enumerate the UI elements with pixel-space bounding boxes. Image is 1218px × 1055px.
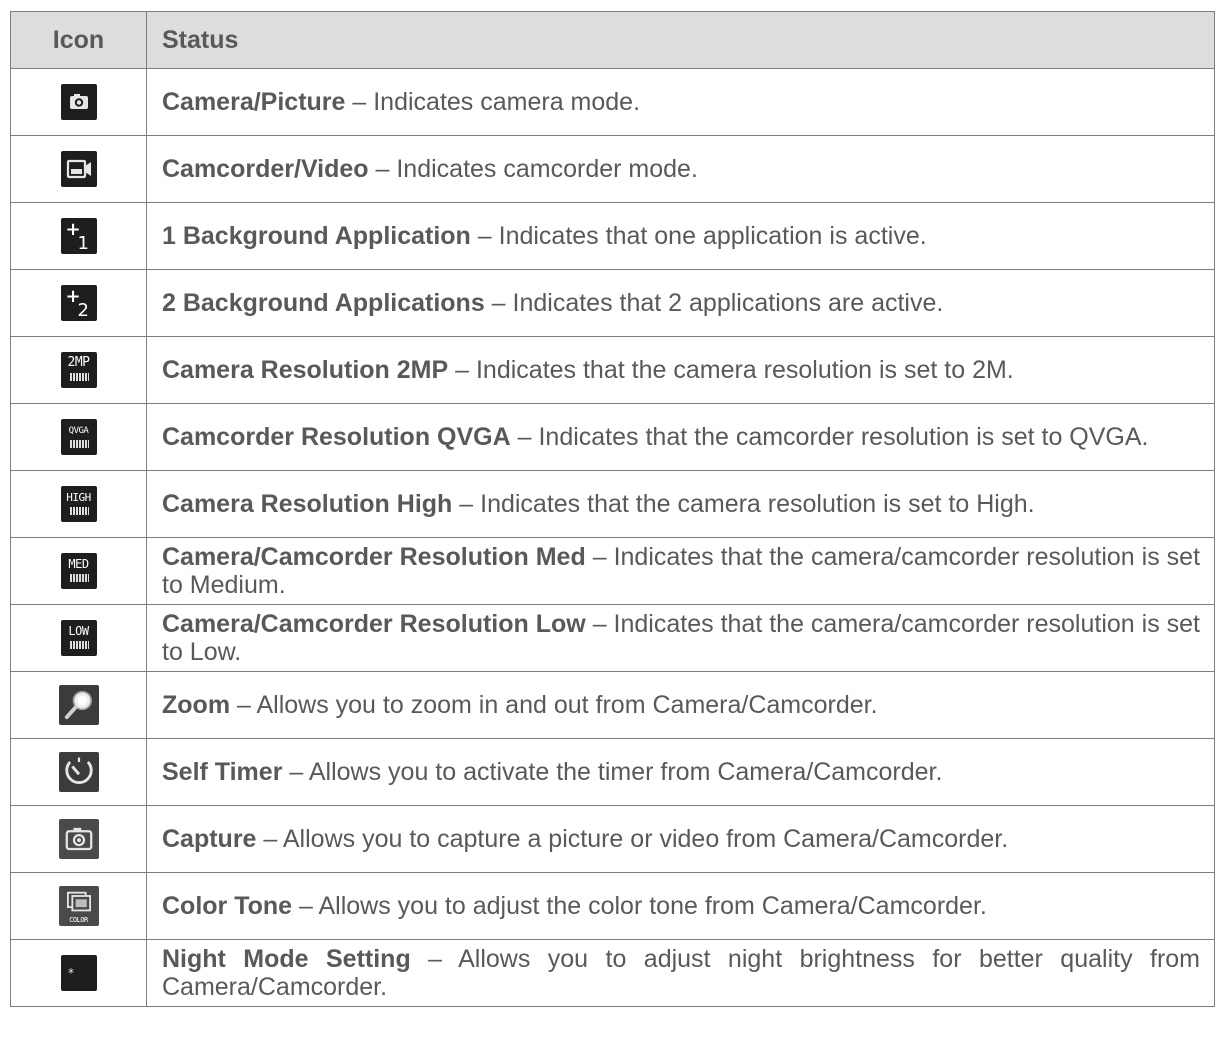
status-title: Self Timer	[162, 758, 283, 786]
icon-cell	[10, 738, 147, 806]
table-row: Zoom – Allows you to zoom in and out fro…	[10, 671, 1215, 739]
status-cell: Camera Resolution 2MP – Indicates that t…	[146, 336, 1215, 404]
status-title: Camera/Camcorder Resolution Med	[162, 543, 586, 571]
one-background-app-icon: + 1	[60, 218, 97, 254]
table-row: LOW Camera/Camcorder Resolution Low – In…	[10, 604, 1215, 672]
icon-label: 2	[77, 300, 89, 321]
status-title: Capture	[162, 825, 257, 853]
capture-icon	[58, 819, 99, 859]
icon-label: 2MP	[67, 355, 90, 370]
status-cell: Camera/Picture – Indicates camera mode.	[146, 68, 1215, 136]
status-cell: Self Timer – Allows you to activate the …	[146, 738, 1215, 806]
status-title: Zoom	[162, 691, 231, 719]
table-row: Capture – Allows you to capture a pictur…	[10, 805, 1215, 873]
status-title: Camera/Camcorder Resolution Low	[162, 610, 586, 638]
status-cell: 1 Background Application – Indicates tha…	[146, 202, 1215, 270]
status-title: Camera Resolution High	[162, 490, 453, 518]
icon-label: HIGH	[66, 491, 91, 504]
film-strip-graphic	[69, 507, 89, 515]
status-title: Camcorder Resolution QVGA	[162, 423, 511, 451]
icon-cell	[10, 135, 147, 203]
film-strip-graphic	[69, 440, 89, 448]
table-row: * Night Mode Setting – Allows you to adj…	[10, 939, 1215, 1007]
header-row: Icon Status	[10, 11, 1215, 69]
resolution-qvga-icon: QVGA	[60, 419, 97, 455]
self-timer-icon	[58, 752, 99, 792]
status-description: – Allows you to capture a picture or vid…	[256, 825, 1009, 853]
icon-cell: *	[10, 939, 147, 1007]
status-cell: Camcorder/Video – Indicates camcorder mo…	[146, 135, 1215, 203]
status-description: – Indicates that one application is acti…	[470, 222, 927, 250]
zoom-icon	[58, 685, 99, 725]
status-description: – Allows you to activate the timer from …	[282, 758, 943, 786]
table-row: HIGH Camera Resolution High – Indicates …	[10, 470, 1215, 538]
icon-label: MED	[68, 557, 89, 571]
icon-cell: 2MP	[10, 336, 147, 404]
table-row: Self Timer – Allows you to activate the …	[10, 738, 1215, 806]
table-row: 2MP Camera Resolution 2MP – Indicates th…	[10, 336, 1215, 404]
table-row: Camera/Picture – Indicates camera mode.	[10, 68, 1215, 136]
status-description: – Indicates camcorder mode.	[368, 155, 698, 183]
table-row: COLOR Color Tone – Allows you to adjust …	[10, 872, 1215, 940]
status-cell: Camcorder Resolution QVGA – Indicates th…	[146, 403, 1215, 471]
icon-label: QVGA	[68, 426, 89, 436]
film-strip-graphic	[69, 574, 89, 582]
status-cell: Capture – Allows you to capture a pictur…	[146, 805, 1215, 873]
status-title: Camera Resolution 2MP	[162, 356, 449, 384]
status-icons-table: Icon Status Camera/Picture – Indicates c…	[10, 11, 1215, 1007]
status-cell: Night Mode Setting – Allows you to adjus…	[146, 939, 1215, 1007]
resolution-med-icon: MED	[60, 553, 97, 589]
icon-cell	[10, 68, 147, 136]
status-title: Camera/Picture	[162, 88, 346, 116]
icon-label: COLOR	[69, 916, 88, 924]
film-strip-graphic	[69, 641, 89, 649]
color-tone-icon: COLOR	[58, 886, 99, 926]
camcorder-icon	[60, 151, 97, 187]
status-description: – Indicates that 2 applications are acti…	[484, 289, 944, 317]
status-title: 1 Background Application	[162, 222, 471, 250]
table-row: + 1 1 Background Application – Indicates…	[10, 202, 1215, 270]
status-title: 2 Background Applications	[162, 289, 485, 317]
status-cell: Camera/Camcorder Resolution Low – Indica…	[146, 604, 1215, 672]
icon-cell: LOW	[10, 604, 147, 672]
icon-label: 1	[77, 233, 89, 254]
status-column-header: Status	[146, 11, 1215, 69]
status-title: Camcorder/Video	[162, 155, 369, 183]
status-description: – Indicates that the camera resolution i…	[452, 490, 1035, 518]
icon-cell: QVGA	[10, 403, 147, 471]
resolution-low-icon: LOW	[60, 620, 97, 656]
icon-label: LOW	[68, 624, 89, 638]
status-cell: 2 Background Applications – Indicates th…	[146, 269, 1215, 337]
status-description: – Indicates camera mode.	[345, 88, 641, 116]
camera-icon	[60, 84, 97, 120]
status-cell: Camera/Camcorder Resolution Med – Indica…	[146, 537, 1215, 605]
icon-column-header: Icon	[10, 11, 147, 69]
icon-cell: COLOR	[10, 872, 147, 940]
status-description: – Indicates that the camcorder resolutio…	[510, 423, 1149, 451]
table-row: Camcorder/Video – Indicates camcorder mo…	[10, 135, 1215, 203]
icon-cell	[10, 805, 147, 873]
icon-cell: + 2	[10, 269, 147, 337]
resolution-high-icon: HIGH	[60, 486, 97, 522]
night-mode-icon: *	[60, 955, 97, 991]
film-strip-graphic	[69, 373, 89, 381]
table-row: MED Camera/Camcorder Resolution Med – In…	[10, 537, 1215, 605]
resolution-2mp-icon: 2MP	[60, 352, 97, 388]
status-description: – Indicates that the camera resolution i…	[448, 356, 1014, 384]
status-title: Color Tone	[162, 892, 293, 920]
table-row: + 2 2 Background Applications – Indicate…	[10, 269, 1215, 337]
status-description: – Allows you to zoom in and out from Cam…	[230, 691, 878, 719]
status-description: – Allows you to adjust the color tone fr…	[292, 892, 987, 920]
two-background-apps-icon: + 2	[60, 285, 97, 321]
status-cell: Color Tone – Allows you to adjust the co…	[146, 872, 1215, 940]
icon-cell: HIGH	[10, 470, 147, 538]
svg-text:*: *	[68, 966, 74, 980]
icon-cell	[10, 671, 147, 739]
table-row: QVGA Camcorder Resolution QVGA – Indicat…	[10, 403, 1215, 471]
icon-cell: MED	[10, 537, 147, 605]
status-title: Night Mode Setting	[162, 945, 411, 973]
status-cell: Camera Resolution High – Indicates that …	[146, 470, 1215, 538]
status-cell: Zoom – Allows you to zoom in and out fro…	[146, 671, 1215, 739]
icon-cell: + 1	[10, 202, 147, 270]
